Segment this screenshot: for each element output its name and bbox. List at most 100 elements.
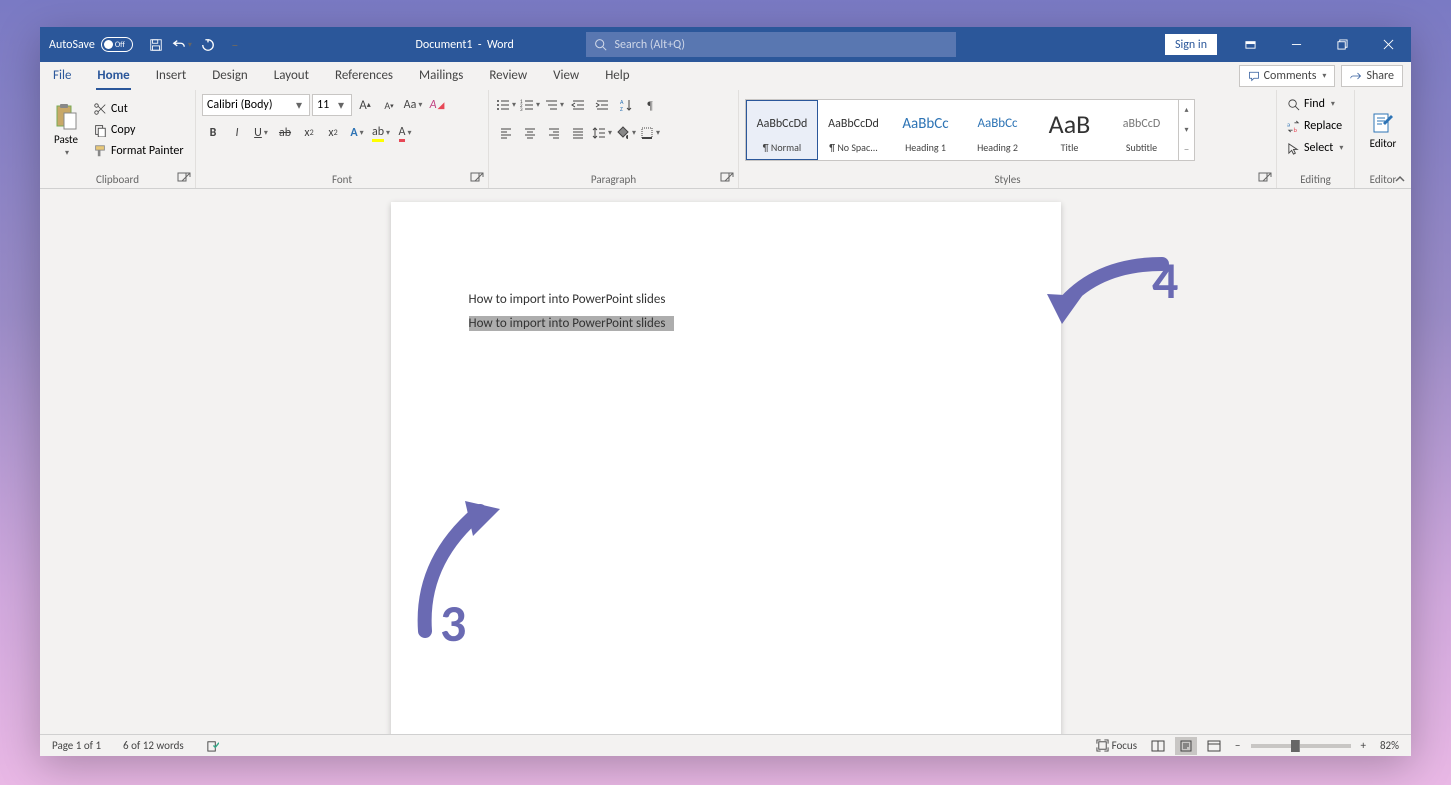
style-heading1[interactable]: AaBbCcHeading 1	[890, 100, 962, 160]
replace-button[interactable]: abReplace	[1283, 116, 1346, 136]
svg-text:b: b	[1294, 126, 1298, 133]
collapse-ribbon[interactable]	[1393, 172, 1407, 186]
tab-file[interactable]: File	[40, 62, 84, 90]
close-button[interactable]	[1365, 27, 1411, 62]
italic-button[interactable]: I	[226, 122, 248, 144]
tab-home[interactable]: Home	[84, 62, 142, 90]
tab-review[interactable]: Review	[476, 62, 540, 90]
clipboard-launcher[interactable]	[177, 172, 191, 186]
zoom-level[interactable]: 82%	[1376, 737, 1403, 755]
numbering-button[interactable]: 123▾	[519, 94, 541, 116]
gallery-down[interactable]: ▾	[1179, 120, 1194, 140]
show-marks-button[interactable]: ¶	[639, 94, 661, 116]
tab-design[interactable]: Design	[199, 62, 260, 90]
save-button[interactable]	[145, 34, 167, 56]
redo-button[interactable]	[197, 34, 219, 56]
web-layout[interactable]	[1203, 737, 1225, 755]
paragraph-launcher[interactable]	[720, 172, 734, 186]
scissors-icon	[93, 102, 107, 116]
tab-mailings[interactable]: Mailings	[406, 62, 476, 90]
grow-font[interactable]: A▴	[354, 94, 376, 116]
select-button[interactable]: Select▾	[1283, 138, 1347, 158]
increase-indent[interactable]	[591, 94, 613, 116]
maximize-button[interactable]	[1319, 27, 1365, 62]
share-icon	[1350, 70, 1362, 82]
spellcheck-status[interactable]	[202, 737, 223, 755]
gallery-up[interactable]: ▴	[1179, 100, 1194, 120]
signin-button[interactable]: Sign in	[1165, 34, 1217, 55]
superscript-button[interactable]: x2	[322, 122, 344, 144]
sort-button[interactable]: AZ	[615, 94, 637, 116]
undo-button[interactable]: ▾	[171, 34, 193, 56]
align-right[interactable]	[543, 122, 565, 144]
svg-text:a: a	[1287, 120, 1290, 128]
line-spacing[interactable]: ▾	[591, 122, 613, 144]
font-color-button[interactable]: A▾	[394, 122, 416, 144]
share-button[interactable]: Share	[1341, 65, 1403, 87]
paste-button[interactable]: Paste▾	[46, 98, 86, 162]
copy-button[interactable]: Copy	[89, 121, 188, 140]
multilevel-button[interactable]: ▾	[543, 94, 565, 116]
strikethrough-button[interactable]: ab	[274, 122, 296, 144]
font-size-combo[interactable]: 11▾	[312, 94, 352, 116]
justify[interactable]	[567, 122, 589, 144]
decrease-indent[interactable]	[567, 94, 589, 116]
group-font: Calibri (Body)▾ 11▾ A▴ A▾ Aa▾ A◢ B I U▾ …	[196, 90, 489, 188]
autosave-label: AutoSave	[49, 38, 95, 52]
page[interactable]: How to import into PowerPoint slides How…	[391, 202, 1061, 734]
tab-help[interactable]: Help	[592, 62, 642, 90]
group-paragraph: ▾ 123▾ ▾ AZ ¶ ▾ ▾ ▾ Para	[489, 90, 739, 188]
font-launcher[interactable]	[470, 172, 484, 186]
style-subtitle[interactable]: aBbCcDSubtitle	[1106, 100, 1178, 160]
style-title[interactable]: AaBTitle	[1034, 100, 1106, 160]
shading-button[interactable]: ▾	[615, 122, 637, 144]
borders-button[interactable]: ▾	[639, 122, 661, 144]
outdent-icon	[571, 98, 585, 112]
print-layout[interactable]	[1175, 737, 1197, 755]
clear-formatting[interactable]: A◢	[426, 94, 448, 116]
style-heading2[interactable]: AaBbCcHeading 2	[962, 100, 1034, 160]
align-left[interactable]	[495, 122, 517, 144]
zoom-slider[interactable]	[1251, 744, 1351, 748]
find-button[interactable]: Find▾	[1283, 94, 1339, 114]
select-icon	[1287, 142, 1300, 155]
tab-insert[interactable]: Insert	[143, 62, 200, 90]
gallery-more[interactable]: ⎯	[1179, 140, 1194, 160]
style-normal[interactable]: AaBbCcDd¶ Normal	[746, 100, 818, 160]
highlight-button[interactable]: ab▾	[370, 122, 392, 144]
cut-button[interactable]: Cut	[89, 100, 188, 119]
focus-mode[interactable]: Focus	[1092, 737, 1141, 755]
ribbon-display-button[interactable]	[1227, 27, 1273, 62]
word-count[interactable]: 6 of 12 words	[119, 737, 188, 755]
align-center[interactable]	[519, 122, 541, 144]
page-count[interactable]: Page 1 of 1	[48, 737, 105, 755]
tab-layout[interactable]: Layout	[261, 62, 322, 90]
shrink-font[interactable]: A▾	[378, 94, 400, 116]
zoom-out[interactable]: −	[1231, 737, 1244, 755]
read-mode[interactable]	[1147, 737, 1169, 755]
style-nospacing[interactable]: AaBbCcDd¶ No Spac...	[818, 100, 890, 160]
brush-icon	[93, 144, 107, 158]
document-area: How to import into PowerPoint slides How…	[40, 189, 1411, 734]
bullets-button[interactable]: ▾	[495, 94, 517, 116]
text-effects[interactable]: A▾	[346, 122, 368, 144]
minimize-button[interactable]	[1273, 27, 1319, 62]
zoom-in[interactable]: +	[1357, 737, 1370, 755]
qat-customize[interactable]: ⎯	[223, 34, 245, 56]
change-case[interactable]: Aa▾	[402, 94, 424, 116]
document-content[interactable]: How to import into PowerPoint slides How…	[469, 288, 675, 336]
editor-button[interactable]: Editor	[1361, 98, 1405, 162]
tab-view[interactable]: View	[540, 62, 592, 90]
bold-button[interactable]: B	[202, 122, 224, 144]
font-family-combo[interactable]: Calibri (Body)▾	[202, 94, 310, 116]
comments-button[interactable]: Comments▾	[1239, 65, 1336, 87]
format-painter-button[interactable]: Format Painter	[89, 142, 188, 161]
text-line-1: How to import into PowerPoint slides	[469, 288, 675, 312]
tab-references[interactable]: References	[322, 62, 406, 90]
search-box[interactable]: Search (Alt+Q)	[586, 32, 956, 57]
subscript-button[interactable]: x2	[298, 122, 320, 144]
autosave-toggle[interactable]: AutoSave Off	[49, 37, 133, 52]
annotation-4: 4	[1042, 256, 1192, 326]
styles-launcher[interactable]	[1258, 172, 1272, 186]
underline-button[interactable]: U▾	[250, 122, 272, 144]
